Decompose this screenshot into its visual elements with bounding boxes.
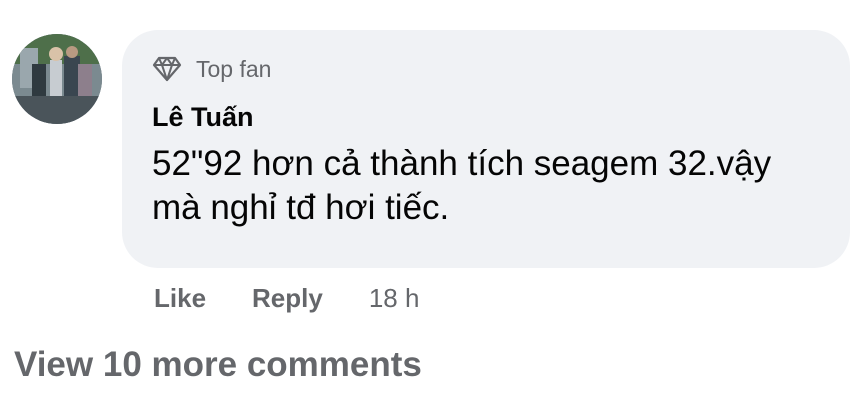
view-more-comments-link[interactable]: View 10 more comments [14,345,422,385]
comment-author[interactable]: Lê Tuấn [152,102,254,133]
top-fan-badge: Top fan [152,52,271,86]
badge-label: Top fan [196,55,272,82]
comment-text: 52"92 hơn cả thành tích seagem 32.vậy mà… [152,144,772,227]
comment-actions: Like Reply 18 h [154,280,419,316]
like-button[interactable]: Like [154,283,206,314]
diamond-icon [152,55,184,83]
comment-bubble: Top fan Lê Tuấn 52"92 hơn cả thành tích … [122,30,850,268]
reply-button[interactable]: Reply [252,283,323,314]
comment-thread: Top fan Lê Tuấn 52"92 hơn cả thành tích … [0,0,860,410]
avatar[interactable] [12,34,102,124]
comment-timestamp[interactable]: 18 h [369,283,420,314]
